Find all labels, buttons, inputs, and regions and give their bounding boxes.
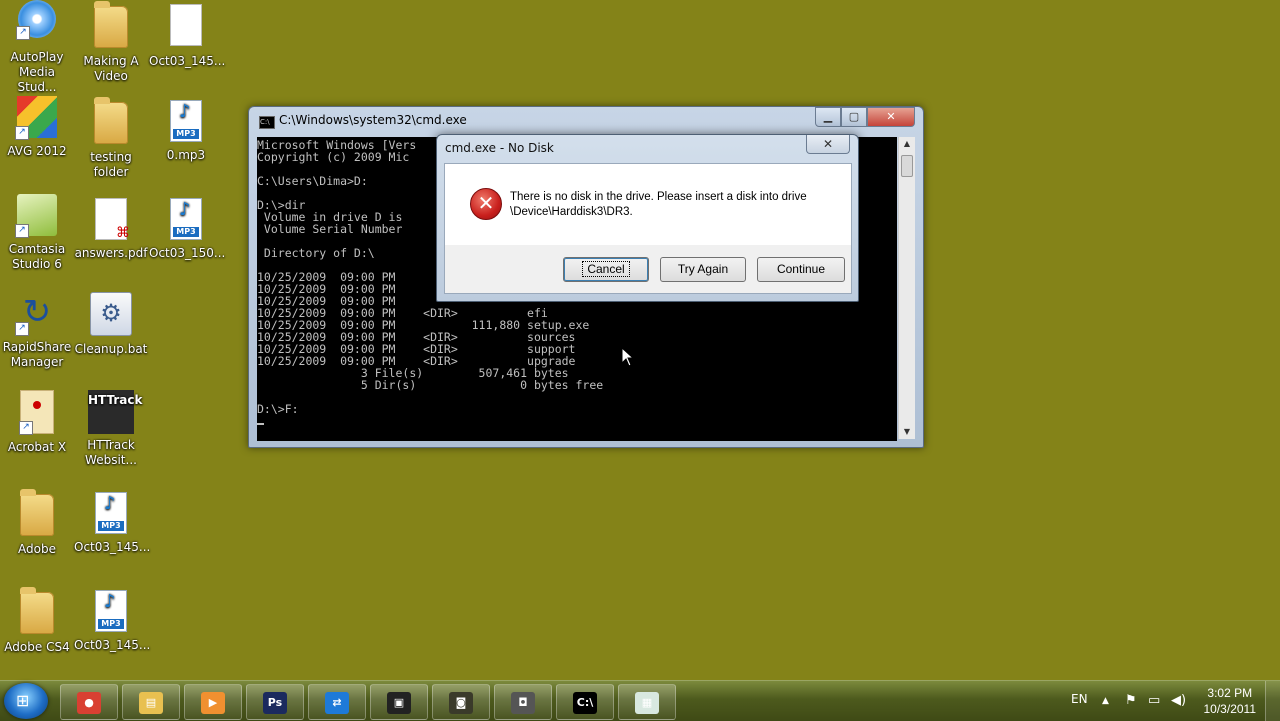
start-button[interactable]: ⊞ xyxy=(4,683,48,719)
camera-icon: ◙ xyxy=(449,691,473,714)
mp3-icon: ♪ MP3 xyxy=(95,590,127,632)
desktop-icon-making-a-video[interactable]: Making A Video xyxy=(74,0,148,84)
taskbar-button-teamviewer[interactable]: ⇄ xyxy=(308,684,366,720)
autoplay-disc-icon: ↗ xyxy=(16,0,56,40)
desktop-icon-avg[interactable]: ↗ AVG 2012 xyxy=(0,96,74,159)
taskbar: ⊞ ● ▤ ▶ Ps ⇄ ▣ ◙ ◘ C:\ ▦ EN ▲ ⚑ ▭ ◀) 3:02 PM 10/3… xyxy=(0,680,1280,721)
continue-button[interactable]: Continue xyxy=(757,257,845,282)
mp3-icon: ♪ MP3 xyxy=(95,492,127,534)
clock-date: 10/3/2011 xyxy=(1203,702,1257,716)
cancel-button-label: Cancel xyxy=(582,261,630,277)
desktop-icon-cleanup-bat[interactable]: ⚙ Cleanup.bat xyxy=(74,292,148,357)
httrack-icon: HTTrack xyxy=(88,390,142,434)
desktop-icon-autoplay[interactable]: ↗ AutoPlay Media Stud... xyxy=(0,0,74,95)
console-scrollbar[interactable]: ▲ ▼ xyxy=(898,137,915,439)
taskbar-button-screen-recorder[interactable]: ▣ xyxy=(370,684,428,720)
desktop-icon-adobe[interactable]: Adobe xyxy=(0,488,74,557)
scroll-up-arrow-icon[interactable]: ▲ xyxy=(899,137,915,151)
dialog-close-button[interactable]: ✕ xyxy=(806,135,850,154)
cancel-button[interactable]: Cancel xyxy=(563,257,649,282)
dialog-button-bar: Cancel Try Again Continue xyxy=(444,245,852,294)
dialog-message-line-2: \Device\Harddisk3\DR3. xyxy=(510,206,633,218)
desktop-icon-answers-pdf[interactable]: ⌘ answers.pdf xyxy=(74,194,148,261)
taskbar-button-cmd[interactable]: C:\ xyxy=(556,684,614,720)
folder-icon xyxy=(20,587,54,634)
explorer-icon: ▤ xyxy=(139,691,163,714)
dialog-message: There is no disk in the drive. Please in… xyxy=(510,190,807,220)
blank-file-icon xyxy=(170,4,202,46)
desktop-icon-httrack[interactable]: HTTrack HTTrack Websit... xyxy=(74,390,148,468)
avg-icon: ↗ xyxy=(15,96,57,140)
tray-expand-arrow-icon[interactable]: ▲ xyxy=(1102,681,1109,721)
dialog-message-line-1: There is no disk in the drive. Please in… xyxy=(510,191,807,203)
media-player-icon: ▶ xyxy=(201,691,225,714)
taskbar-button-capture-card[interactable]: ◘ xyxy=(494,684,552,720)
mp3-icon: ♪ MP3 xyxy=(170,198,202,240)
action-center-icon[interactable]: ⚑ xyxy=(1125,681,1137,721)
console-cursor xyxy=(257,415,897,427)
chrome-icon: ● xyxy=(77,691,101,714)
rapidshare-icon: ↻ ↗ xyxy=(15,292,57,336)
taskbar-button-photoshop[interactable]: Ps xyxy=(246,684,304,720)
desktop-icon-acrobat[interactable]: ↗ Acrobat X xyxy=(0,390,74,455)
clock[interactable]: 3:02 PM 10/3/2011 xyxy=(1204,685,1257,717)
cmd-icon: C:\ xyxy=(573,691,597,714)
desktop-icon-oct03-145-b[interactable]: ♪ MP3 Oct03_145... xyxy=(74,488,150,555)
desktop-icon-oct03-145-c[interactable]: ♪ MP3 Oct03_145... xyxy=(74,586,150,653)
pdf-icon: ⌘ xyxy=(95,198,130,241)
cmd-window-title: C:\Windows\system32\cmd.exe xyxy=(279,113,467,127)
notepad-icon: ▦ xyxy=(635,691,659,714)
windows-logo-icon: ⊞ xyxy=(16,691,30,710)
network-icon[interactable]: ▭ xyxy=(1148,681,1160,721)
desktop-icon-camtasia[interactable]: ↗ Camtasia Studio 6 xyxy=(0,194,74,272)
taskbar-button-chrome[interactable]: ● xyxy=(60,684,118,720)
no-disk-dialog[interactable]: cmd.exe - No Disk ✕ ✕ There is no disk i… xyxy=(436,134,859,302)
language-indicator[interactable]: EN xyxy=(1071,681,1088,721)
folder-icon xyxy=(94,97,128,144)
maximize-button[interactable]: ▢ xyxy=(841,107,867,127)
desktop-icon-rapidshare[interactable]: ↻ ↗ RapidShare Manager xyxy=(0,292,74,370)
photoshop-icon: Ps xyxy=(263,691,287,714)
folder-icon xyxy=(94,1,128,48)
close-button[interactable]: ✕ xyxy=(867,107,915,127)
taskbar-button-media-player[interactable]: ▶ xyxy=(184,684,242,720)
desktop-icon-testing-folder[interactable]: testing folder xyxy=(74,96,148,180)
minimize-button[interactable]: ▁ xyxy=(815,107,841,127)
error-icon: ✕ xyxy=(470,188,502,220)
capture-card-icon: ◘ xyxy=(511,691,535,714)
scroll-thumb[interactable] xyxy=(901,155,913,177)
cmd-window-icon: C:\ xyxy=(259,116,275,129)
camtasia-icon: ↗ xyxy=(15,194,57,238)
console-line: 5 Dir(s) 0 bytes free xyxy=(257,378,604,392)
volume-icon[interactable]: ◀) xyxy=(1171,681,1186,721)
teamviewer-icon: ⇄ xyxy=(325,691,349,714)
desktop-icon-adobe-cs4[interactable]: Adobe CS4 xyxy=(0,586,74,655)
clock-time: 3:02 PM xyxy=(1207,686,1253,700)
taskbar-button-camera[interactable]: ◙ xyxy=(432,684,490,720)
try-again-button[interactable]: Try Again xyxy=(660,257,746,282)
scroll-down-arrow-icon[interactable]: ▼ xyxy=(899,425,915,439)
taskbar-button-explorer[interactable]: ▤ xyxy=(122,684,180,720)
acrobat-icon: ↗ xyxy=(19,390,54,435)
desktop-icon-oct03-150[interactable]: ♪ MP3 Oct03_150... xyxy=(149,194,225,261)
screen-recorder-icon: ▣ xyxy=(387,691,411,714)
folder-icon xyxy=(20,489,54,536)
desktop-icon-0-mp3[interactable]: ♪ MP3 0.mp3 xyxy=(149,96,223,163)
desktop-icon-oct03-145-a[interactable]: Oct03_145... xyxy=(149,0,225,69)
batch-file-icon: ⚙ xyxy=(90,292,132,336)
taskbar-button-notepad[interactable]: ▦ xyxy=(618,684,676,720)
dialog-body: ✕ There is no disk in the drive. Please … xyxy=(444,163,852,246)
console-line: D:\>F: xyxy=(257,402,299,416)
mp3-icon: ♪ MP3 xyxy=(170,100,202,142)
dialog-title: cmd.exe - No Disk xyxy=(445,141,554,155)
show-desktop-button[interactable] xyxy=(1265,681,1280,721)
